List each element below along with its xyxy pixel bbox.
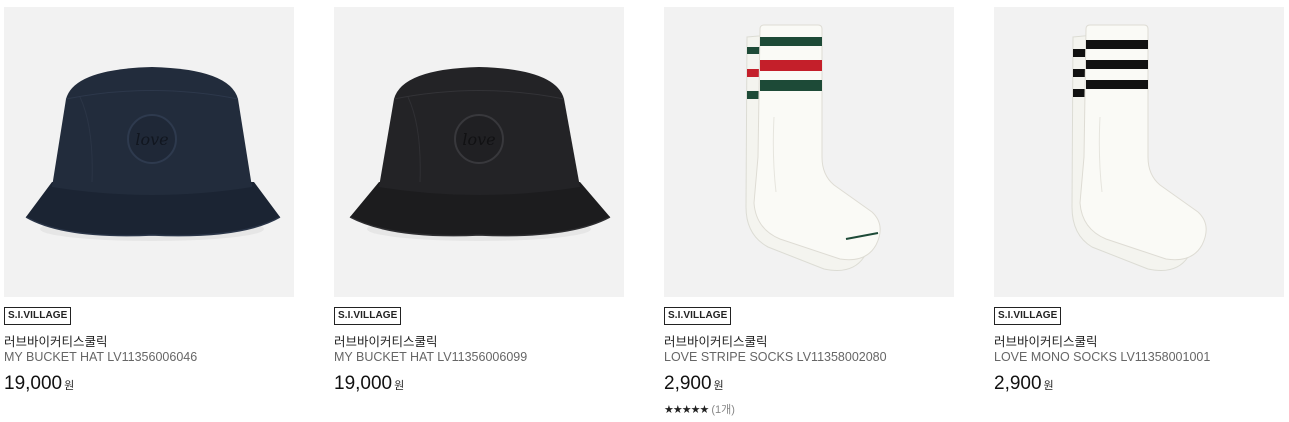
striped-socks-icon bbox=[745, 24, 881, 271]
product-price: 2,900 원 bbox=[664, 373, 724, 395]
product-grid: love S.I.VILLAGE 러브바이커티스쿨릭 MY BUCKET HAT… bbox=[0, 0, 1289, 422]
price-value: 2,900 bbox=[664, 373, 712, 394]
product-card[interactable]: love S.I.VILLAGE 러브바이커티스쿨릭 MY BUCKET HAT… bbox=[4, 0, 294, 422]
product-price: 19,000 원 bbox=[4, 373, 74, 395]
product-image[interactable]: love bbox=[334, 7, 624, 297]
product-name[interactable]: LOVE MONO SOCKS LV11358001001 bbox=[994, 350, 1210, 364]
brand-name[interactable]: 러브바이커티스쿨릭 bbox=[4, 331, 108, 350]
star-rating-icon: ★★★★★ bbox=[664, 404, 709, 416]
price-value: 2,900 bbox=[994, 373, 1042, 394]
brand-name[interactable]: 러브바이커티스쿨릭 bbox=[664, 331, 768, 350]
product-image[interactable]: love bbox=[4, 7, 294, 297]
svg-text:love: love bbox=[462, 130, 495, 149]
brand-name[interactable]: 러브바이커티스쿨릭 bbox=[994, 331, 1098, 350]
store-badge: S.I.VILLAGE bbox=[994, 307, 1062, 325]
store-badge: S.I.VILLAGE bbox=[4, 307, 72, 325]
navy-bucket-hat-icon: love bbox=[25, 67, 281, 241]
currency-label: 원 bbox=[394, 380, 405, 392]
product-price: 2,900 원 bbox=[994, 373, 1054, 395]
product-rating: ★★★★★ (1개) bbox=[664, 401, 735, 417]
price-value: 19,000 bbox=[4, 373, 63, 394]
product-card[interactable]: S.I.VILLAGE 러브바이커티스쿨릭 LOVE STRIPE SOCKS … bbox=[664, 0, 954, 422]
currency-label: 원 bbox=[1043, 380, 1054, 392]
currency-label: 원 bbox=[64, 380, 75, 392]
brand-name[interactable]: 러브바이커티스쿨릭 bbox=[334, 331, 438, 350]
svg-text:love: love bbox=[135, 130, 168, 149]
mono-socks-icon bbox=[1071, 24, 1207, 271]
product-name[interactable]: MY BUCKET HAT LV11356006099 bbox=[334, 350, 527, 364]
price-value: 19,000 bbox=[334, 373, 393, 394]
black-bucket-hat-icon: love bbox=[349, 67, 611, 241]
product-image[interactable] bbox=[994, 7, 1284, 297]
product-image[interactable] bbox=[664, 7, 954, 297]
product-card[interactable]: love S.I.VILLAGE 러브바이커티스쿨릭 MY BUCKET HAT… bbox=[334, 0, 624, 422]
product-card[interactable]: S.I.VILLAGE 러브바이커티스쿨릭 LOVE MONO SOCKS LV… bbox=[994, 0, 1284, 422]
store-badge: S.I.VILLAGE bbox=[334, 307, 402, 325]
product-price: 19,000 원 bbox=[334, 373, 404, 395]
product-name[interactable]: LOVE STRIPE SOCKS LV11358002080 bbox=[664, 350, 887, 364]
review-count: (1개) bbox=[711, 404, 735, 416]
store-badge: S.I.VILLAGE bbox=[664, 307, 732, 325]
currency-label: 원 bbox=[713, 380, 724, 392]
product-name[interactable]: MY BUCKET HAT LV11356006046 bbox=[4, 350, 197, 364]
